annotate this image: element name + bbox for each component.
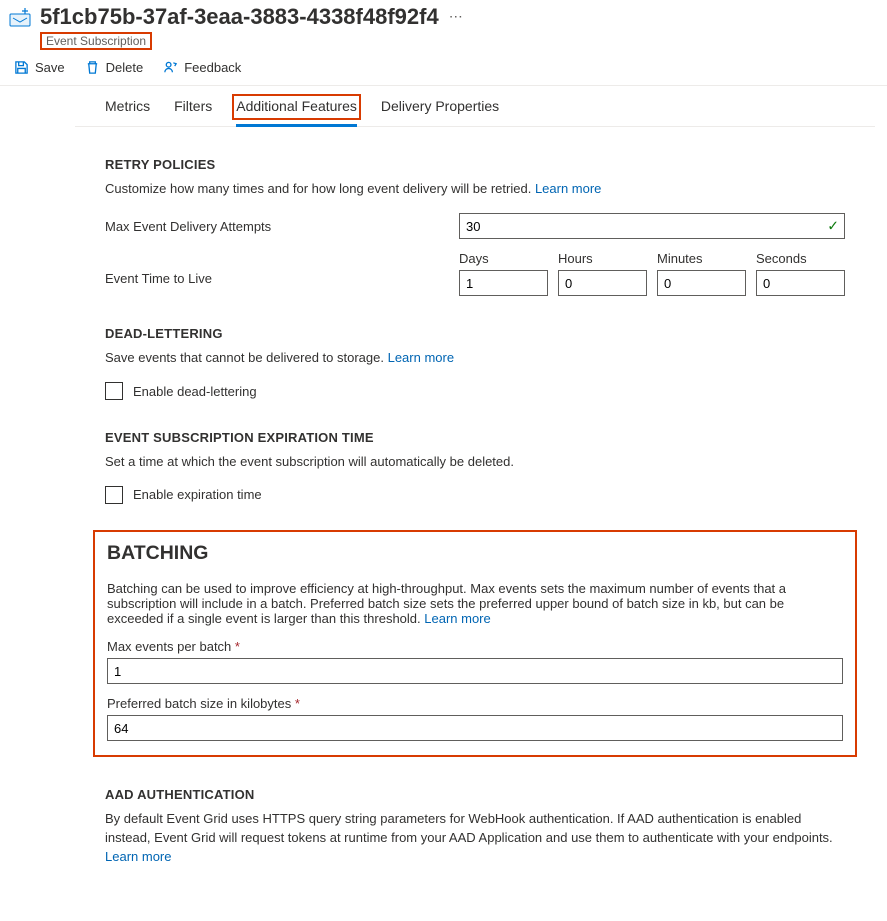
aad-learn-more-link[interactable]: Learn more	[105, 849, 171, 864]
tab-filters[interactable]: Filters	[174, 98, 212, 126]
enable-expiration-label: Enable expiration time	[133, 487, 262, 502]
feedback-icon	[163, 60, 178, 75]
deadletter-learn-more-link[interactable]: Learn more	[388, 350, 454, 365]
event-subscription-icon	[8, 8, 32, 32]
ttl-days-input[interactable]	[459, 270, 548, 296]
max-events-input[interactable]	[107, 658, 843, 684]
expiration-desc: Set a time at which the event subscripti…	[105, 453, 845, 472]
ttl-hours-input[interactable]	[558, 270, 647, 296]
pref-size-input[interactable]	[107, 715, 843, 741]
enable-deadletter-checkbox[interactable]	[105, 382, 123, 400]
retry-desc: Customize how many times and for how lon…	[105, 181, 531, 196]
deadletter-desc: Save events that cannot be delivered to …	[105, 350, 384, 365]
retry-heading: RETRY POLICIES	[105, 157, 845, 172]
tab-metrics[interactable]: Metrics	[105, 98, 150, 126]
save-button[interactable]: Save	[14, 60, 65, 75]
batching-learn-more-link[interactable]: Learn more	[424, 611, 490, 626]
max-events-label: Max events per batch	[107, 639, 231, 654]
command-bar: Save Delete Feedback	[0, 50, 887, 86]
deadletter-heading: DEAD-LETTERING	[105, 326, 845, 341]
required-indicator: *	[235, 639, 240, 654]
batching-section: BATCHING Batching can be used to improve…	[93, 530, 857, 757]
resource-type-label: Event Subscription	[40, 32, 152, 50]
dead-lettering-section: DEAD-LETTERING Save events that cannot b…	[75, 326, 875, 400]
page-title: 5f1cb75b-37af-3eaa-3883-4338f48f92f4	[40, 4, 439, 30]
enable-expiration-checkbox[interactable]	[105, 486, 123, 504]
tab-additional-features[interactable]: Additional Features	[236, 98, 357, 127]
ttl-label: Event Time to Live	[105, 251, 459, 286]
ttl-days-header: Days	[459, 251, 548, 266]
expiration-heading: EVENT SUBSCRIPTION EXPIRATION TIME	[105, 430, 845, 445]
batching-heading: BATCHING	[107, 542, 843, 565]
pref-size-label: Preferred batch size in kilobytes	[107, 696, 291, 711]
feedback-label: Feedback	[184, 60, 241, 75]
ttl-minutes-header: Minutes	[657, 251, 746, 266]
enable-deadletter-label: Enable dead-lettering	[133, 384, 257, 399]
max-attempts-input[interactable]	[459, 213, 845, 239]
tab-delivery-properties[interactable]: Delivery Properties	[381, 98, 499, 126]
more-actions-button[interactable]: ⋯	[449, 8, 463, 25]
aad-section: AAD AUTHENTICATION By default Event Grid…	[75, 787, 875, 867]
feedback-button[interactable]: Feedback	[163, 60, 241, 75]
delete-label: Delete	[106, 60, 144, 75]
retry-learn-more-link[interactable]: Learn more	[535, 181, 601, 196]
trash-icon	[85, 60, 100, 75]
delete-button[interactable]: Delete	[85, 60, 144, 75]
expiration-section: EVENT SUBSCRIPTION EXPIRATION TIME Set a…	[75, 430, 875, 504]
save-icon	[14, 60, 29, 75]
save-label: Save	[35, 60, 65, 75]
required-indicator: *	[295, 696, 300, 711]
tab-bar: Metrics Filters Additional Features Deli…	[75, 86, 875, 127]
ttl-hours-header: Hours	[558, 251, 647, 266]
max-attempts-label: Max Event Delivery Attempts	[105, 219, 459, 234]
aad-heading: AAD AUTHENTICATION	[105, 787, 845, 802]
ttl-seconds-header: Seconds	[756, 251, 845, 266]
ttl-seconds-input[interactable]	[756, 270, 845, 296]
ttl-minutes-input[interactable]	[657, 270, 746, 296]
valid-check-icon: ✓	[827, 218, 839, 235]
retry-policies-section: RETRY POLICIES Customize how many times …	[75, 157, 875, 296]
aad-desc: By default Event Grid uses HTTPS query s…	[105, 811, 833, 845]
